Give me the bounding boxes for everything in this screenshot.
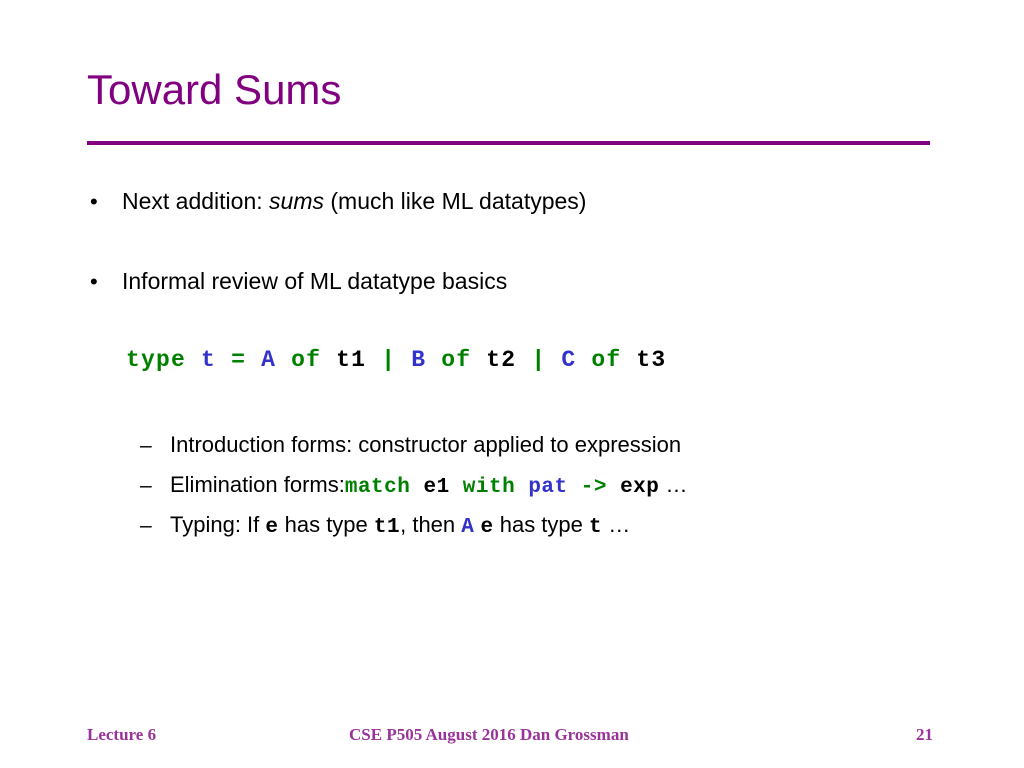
text-run: exp	[620, 476, 660, 499]
text-run: with	[462, 476, 516, 499]
code-token: of	[291, 347, 322, 373]
sub-bullet-item-1-text: Introduction forms: constructor applied …	[170, 432, 681, 457]
sub-bullet-item-3-text: Typing: If e has type t1, then A e has t…	[170, 512, 630, 540]
footer-page-number: 21	[916, 725, 933, 744]
code-token: |	[381, 347, 397, 373]
text-run: Elimination forms:	[170, 472, 345, 497]
text-run: ->	[580, 476, 607, 499]
text-run	[568, 476, 581, 499]
text-run: t	[589, 516, 603, 539]
code-token: t3	[636, 347, 667, 373]
sub-bullet-item-2: – Elimination forms:match e1 with pat ->…	[140, 472, 688, 500]
text-run: Next addition:	[122, 188, 270, 214]
text-run: has type	[493, 512, 589, 537]
code-token: t1	[336, 347, 367, 373]
bullet-item-2-text: Informal review of ML datatype basics	[122, 268, 507, 294]
sub-bullet-marker: –	[140, 474, 152, 497]
code-token: |	[531, 347, 547, 373]
code-token: of	[591, 347, 622, 373]
bullet-item-1-text: Next addition: sums (much like ML dataty…	[122, 188, 586, 214]
sub-bullet-item-2-text: Elimination forms:match e1 with pat -> e…	[170, 472, 688, 500]
code-token: t	[201, 347, 217, 373]
code-token: B	[411, 347, 427, 373]
footer-lecture-label: Lecture 6	[87, 725, 157, 744]
text-run: pat	[528, 476, 568, 499]
text-run: has type	[278, 512, 374, 537]
text-run: , then	[400, 512, 462, 537]
text-run	[607, 476, 620, 499]
text-run: e1	[423, 476, 450, 499]
bullet-item-1: • Next addition: sums (much like ML data…	[90, 188, 586, 214]
text-run: (much like ML datatypes)	[323, 188, 587, 214]
text-run: Introduction forms: constructor applied …	[170, 432, 682, 457]
code-token: A	[261, 347, 277, 373]
sub-bullet-marker: –	[140, 434, 152, 457]
text-run: Typing: If	[170, 512, 266, 537]
text-run: A	[461, 516, 475, 539]
text-run: t1	[373, 516, 401, 539]
slide-body: • Next addition: sums (much like ML data…	[0, 0, 1024, 768]
text-run	[450, 476, 463, 499]
footer-course-label: CSE P505 August 2016 Dan Grossman	[349, 725, 629, 744]
code-token: C	[561, 347, 577, 373]
text-run	[410, 476, 423, 499]
text-run: e	[265, 516, 279, 539]
code-snippet-datatype: type t = A of t1 | B of t2 | C of t3	[126, 347, 666, 373]
sub-bullet-marker: –	[140, 514, 152, 537]
text-run: …	[659, 472, 688, 497]
code-token: t2	[486, 347, 517, 373]
bullet-marker: •	[90, 189, 98, 214]
text-run: match	[344, 476, 411, 499]
bullet-marker: •	[90, 269, 98, 294]
sub-bullet-item-1: – Introduction forms: constructor applie…	[140, 432, 681, 457]
text-run: …	[602, 512, 631, 537]
code-token: of	[441, 347, 472, 373]
sub-bullet-item-3: – Typing: If e has type t1, then A e has…	[140, 512, 630, 540]
text-run	[515, 476, 528, 499]
text-run: sums	[269, 188, 324, 214]
text-run: e	[480, 516, 494, 539]
text-run: Informal review of ML datatype basics	[122, 268, 508, 294]
code-token: =	[231, 347, 247, 373]
bullet-item-2: • Informal review of ML datatype basics	[90, 268, 507, 294]
code-token: type	[126, 347, 187, 373]
